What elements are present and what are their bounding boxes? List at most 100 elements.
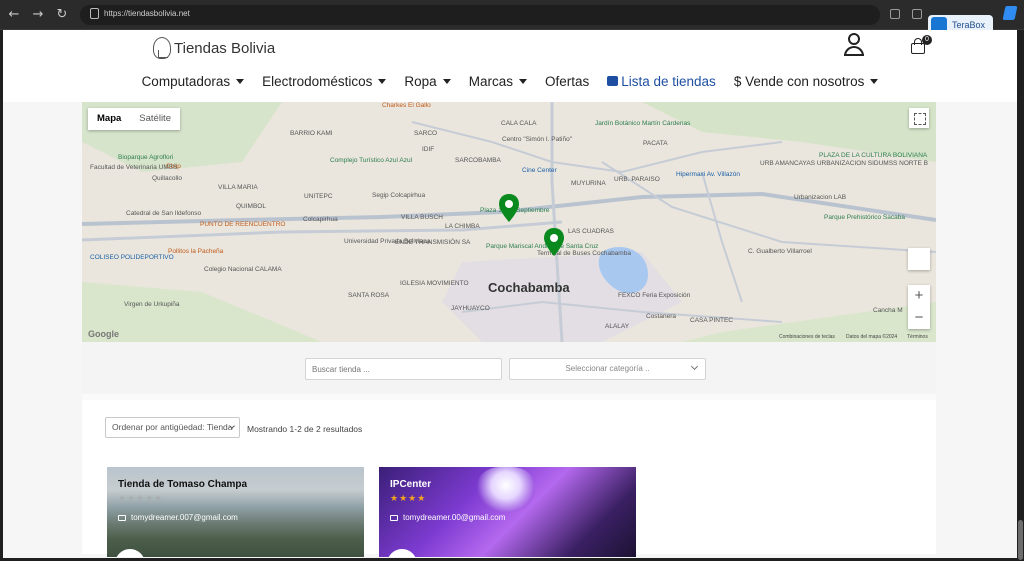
map-place-label: Cine Center [522, 167, 557, 174]
tab-satellite[interactable]: Satélite [130, 108, 180, 130]
store-rating: ★★★★ [390, 494, 427, 504]
map-place-label: IGLESIA MOVIMIENTO [400, 280, 469, 287]
back-icon[interactable]: ← [6, 7, 22, 23]
sort-select-label: Ordenar por antigüedad: Tienda [112, 422, 233, 432]
map-place-label: SARCOBAMBA [455, 157, 501, 164]
map-place-label: URB AMANCAYAS URBANIZACION SIDUMSS NORTE… [760, 160, 928, 167]
tab-map[interactable]: Mapa [88, 108, 130, 130]
map-place-label: Complejo Turístico Azul Azul [330, 157, 413, 164]
city-label: Cochabamba [488, 280, 570, 295]
scrollbar-thumb[interactable] [1018, 520, 1023, 560]
map-place-label: Catedral de San Ildefonso [126, 210, 202, 217]
logo-text: Tiendas Bolivia [174, 39, 276, 57]
envelope-icon [390, 514, 398, 521]
store-avatar [115, 549, 145, 557]
map-place-label: JAYHUAYCO [451, 305, 490, 312]
store-list-panel: Mapa Satélite + − Charkes El Gallo BARRIO… [82, 102, 936, 557]
street-view-icon[interactable] [908, 248, 930, 270]
map-place-label: LA CHIMBA [445, 223, 480, 230]
map-place-label: Facultad de Veterinaria UMSS [90, 164, 178, 171]
category-select[interactable]: Seleccionar categoría .. [509, 358, 706, 380]
menu-item[interactable]: Electrodomésticos [262, 70, 387, 92]
results-count: Mostrando 1-2 de 2 resultados [247, 424, 363, 434]
map-place-label: VILLA MARIA [218, 184, 258, 191]
cart-count-badge: 0 [922, 35, 932, 45]
keyboard-shortcuts-link[interactable]: Combinaciones de teclas [779, 334, 835, 340]
site-logo[interactable]: Tiendas Bolivia [153, 36, 275, 60]
map-place-label: UNITEPC [304, 193, 333, 200]
sort-select[interactable]: Ordenar por antigüedad: Tienda [105, 417, 240, 438]
filters-bar: Seleccionar categoría .. [82, 342, 936, 394]
store-email: tomydreamer.00@gmail.com [390, 513, 505, 522]
menu-item[interactable]: Lista de tiendas [607, 70, 716, 92]
map-place-label: Costanera [646, 313, 676, 320]
store-card[interactable]: IPCenter ★★★★ tomydreamer.00@gmail.com [379, 467, 636, 557]
site-header: Tiendas Bolivia 0 Computadoras Electrodom… [3, 30, 1017, 102]
map-place-label: Hipermaxi Av. Villazón [676, 171, 740, 178]
menu-item[interactable]: Marcas [469, 70, 527, 92]
menu-item[interactable]: Ofertas [545, 70, 589, 92]
forward-icon[interactable]: → [30, 7, 46, 23]
menu-item[interactable]: Ropa [404, 70, 451, 92]
menu-item-label: Computadoras [141, 73, 231, 89]
map-place-label: Cancha M [873, 307, 903, 314]
map-place-label: Colegio Nacional CALAMA [204, 266, 282, 273]
map-place-label: Charkes El Gallo [382, 102, 431, 109]
terabox-label: TeraBox [952, 20, 986, 30]
menu-item[interactable]: $ Vende con nosotros [734, 70, 879, 92]
map-place-label: IDIF [422, 146, 435, 153]
reload-icon[interactable]: ↻ [54, 7, 70, 23]
map-place-label: Centro "Simón I. Patiño" [502, 136, 573, 143]
store-name: Tienda de Tomaso Champa [118, 479, 248, 490]
store-pin-2[interactable] [543, 228, 565, 258]
store-map[interactable]: Mapa Satélite + − Charkes El Gallo BARRIO… [82, 102, 936, 342]
fullscreen-icon[interactable] [909, 108, 929, 128]
account-icon[interactable] [843, 33, 865, 57]
menu-item[interactable]: Computadoras [142, 70, 245, 92]
store-email: tomydreamer.007@gmail.com [118, 513, 238, 522]
extension-icon[interactable] [1002, 6, 1018, 20]
store-rating: ★★★★★ [118, 494, 164, 504]
store-search-input[interactable] [305, 358, 502, 380]
zoom-out-button[interactable]: − [908, 307, 930, 329]
map-place-label: URB. PARAISO [614, 176, 660, 183]
map-place-label: Urbanizacion LAB [794, 194, 847, 201]
hand-click-icon [153, 37, 171, 59]
map-place-label: SANTA ROSA [348, 292, 390, 299]
url-text: https://tiendasbolivia.net [104, 9, 190, 18]
address-bar[interactable]: https://tiendasbolivia.net [80, 5, 880, 25]
menu-item-label: Ofertas [544, 73, 590, 89]
google-logo: Google [88, 329, 119, 339]
category-select-label: Seleccionar categoría .. [565, 364, 650, 373]
store-avatar [387, 549, 417, 557]
caret-down-icon [870, 78, 879, 84]
main-menu: Computadoras Electrodomésticos Ropa Marcas O… [3, 70, 1017, 92]
map-place-label: PACATA [643, 140, 668, 147]
split-view-icon[interactable] [890, 9, 900, 19]
map-place-label: CASA PINTEC [690, 317, 733, 324]
map-place-label: PUNTO DE REENCUENTRO [200, 221, 286, 228]
map-place-label: C. Gualberto Villarroel [748, 248, 812, 255]
favorites-icon[interactable] [912, 9, 922, 19]
envelope-icon [118, 514, 126, 521]
map-place-label: Jardín Botánico Martín Cárdenas [595, 120, 691, 127]
map-place-label: ALALAY [605, 323, 630, 330]
store-card[interactable]: Tienda de Tomaso Champa ★★★★★ tomydreame… [107, 467, 364, 557]
menu-item-label: Lista de tiendas [621, 73, 716, 89]
map-place-label: Parque Prehistórico Sacaba [824, 214, 905, 221]
terms-link[interactable]: Términos [907, 334, 928, 340]
menu-item-label: Ropa [404, 73, 437, 89]
results-section: Ordenar por antigüedad: Tienda Mostrando… [82, 400, 936, 557]
zoom-in-button[interactable]: + [908, 285, 930, 307]
map-place-label: Virgen de Urkupiña [124, 301, 180, 308]
page-scrollbar[interactable] [1017, 30, 1024, 560]
map-place-label: Pollitos la Pacheña [168, 248, 224, 255]
store-pin-1[interactable] [498, 194, 520, 224]
chevron-down-icon [690, 362, 699, 371]
cart-icon[interactable]: 0 [910, 35, 932, 54]
map-place-label: FEXCO Feria Exposición [618, 292, 691, 299]
map-place-label: COLISEO POLIDEPORTIVO [90, 254, 174, 261]
map-place-label: QUIMBOL [236, 203, 266, 210]
lock-icon [90, 8, 99, 19]
map-place-label: SARCO [414, 130, 438, 137]
